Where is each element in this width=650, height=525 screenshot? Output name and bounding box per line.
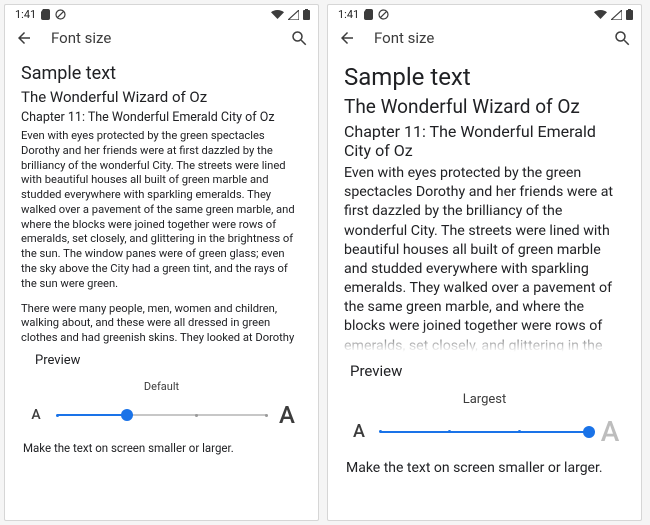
back-icon[interactable] — [338, 29, 356, 47]
status-time: 1:41 — [338, 8, 359, 21]
page-title: Font size — [51, 29, 272, 47]
sample-heading: Sample text — [21, 63, 302, 84]
sample-body: Even with eyes protected by the green sp… — [344, 164, 625, 356]
signal-icon — [611, 10, 622, 20]
slider-thumb[interactable] — [121, 409, 133, 421]
status-bar: 1:41 — [328, 5, 641, 23]
slider-value-label: Largest — [348, 392, 621, 407]
status-time: 1:41 — [15, 8, 36, 21]
back-icon[interactable] — [15, 29, 33, 47]
slider-thumb[interactable] — [583, 426, 595, 438]
phone-largest: 1:41 — [327, 4, 642, 521]
description-text: Make the text on screen smaller or large… — [346, 460, 625, 476]
font-size-slider[interactable] — [57, 405, 266, 425]
phone-default: 1:41 — [4, 4, 319, 521]
sim-card-icon — [364, 9, 373, 20]
wifi-icon — [271, 10, 284, 20]
book-title: The Wonderful Wizard of Oz — [21, 88, 302, 106]
status-bar: 1:41 — [5, 5, 318, 23]
sample-heading: Sample text — [344, 63, 625, 91]
sample-paragraph-2: There were many people, men, women and c… — [21, 302, 302, 347]
chapter-heading: Chapter 11: The Wonderful Emerald City o… — [21, 110, 302, 125]
search-icon[interactable] — [290, 29, 308, 47]
no-sign-icon — [55, 9, 66, 20]
preview-label: Preview — [35, 353, 302, 368]
book-title: The Wonderful Wizard of Oz — [344, 95, 625, 118]
slider-value-label: Default — [25, 380, 298, 393]
chapter-heading: Chapter 11: The Wonderful Emerald City o… — [344, 122, 625, 160]
font-size-slider[interactable] — [380, 422, 589, 442]
content-area: Sample text The Wonderful Wizard of Oz C… — [328, 57, 641, 520]
font-size-min-icon: A — [348, 421, 370, 442]
preview-label: Preview — [350, 362, 625, 380]
search-icon[interactable] — [613, 29, 631, 47]
font-size-min-icon: A — [25, 407, 47, 423]
app-bar: Font size — [5, 23, 318, 57]
wifi-icon — [594, 10, 607, 20]
content-area: Sample text The Wonderful Wizard of Oz C… — [5, 57, 318, 520]
sim-card-icon — [41, 9, 50, 20]
battery-icon — [626, 9, 633, 20]
app-bar: Font size — [328, 23, 641, 57]
sample-paragraph-1: Even with eyes protected by the green sp… — [21, 129, 302, 292]
description-text: Make the text on screen smaller or large… — [23, 441, 302, 455]
no-sign-icon — [378, 9, 389, 20]
battery-icon — [303, 9, 310, 20]
sample-body: Even with eyes protected by the green sp… — [21, 129, 302, 347]
page-title: Font size — [374, 29, 595, 47]
font-size-max-icon: A — [276, 401, 298, 429]
signal-icon — [288, 10, 299, 20]
sample-paragraph-1: Even with eyes protected by the green sp… — [344, 164, 625, 356]
font-size-max-icon: A — [599, 415, 621, 448]
